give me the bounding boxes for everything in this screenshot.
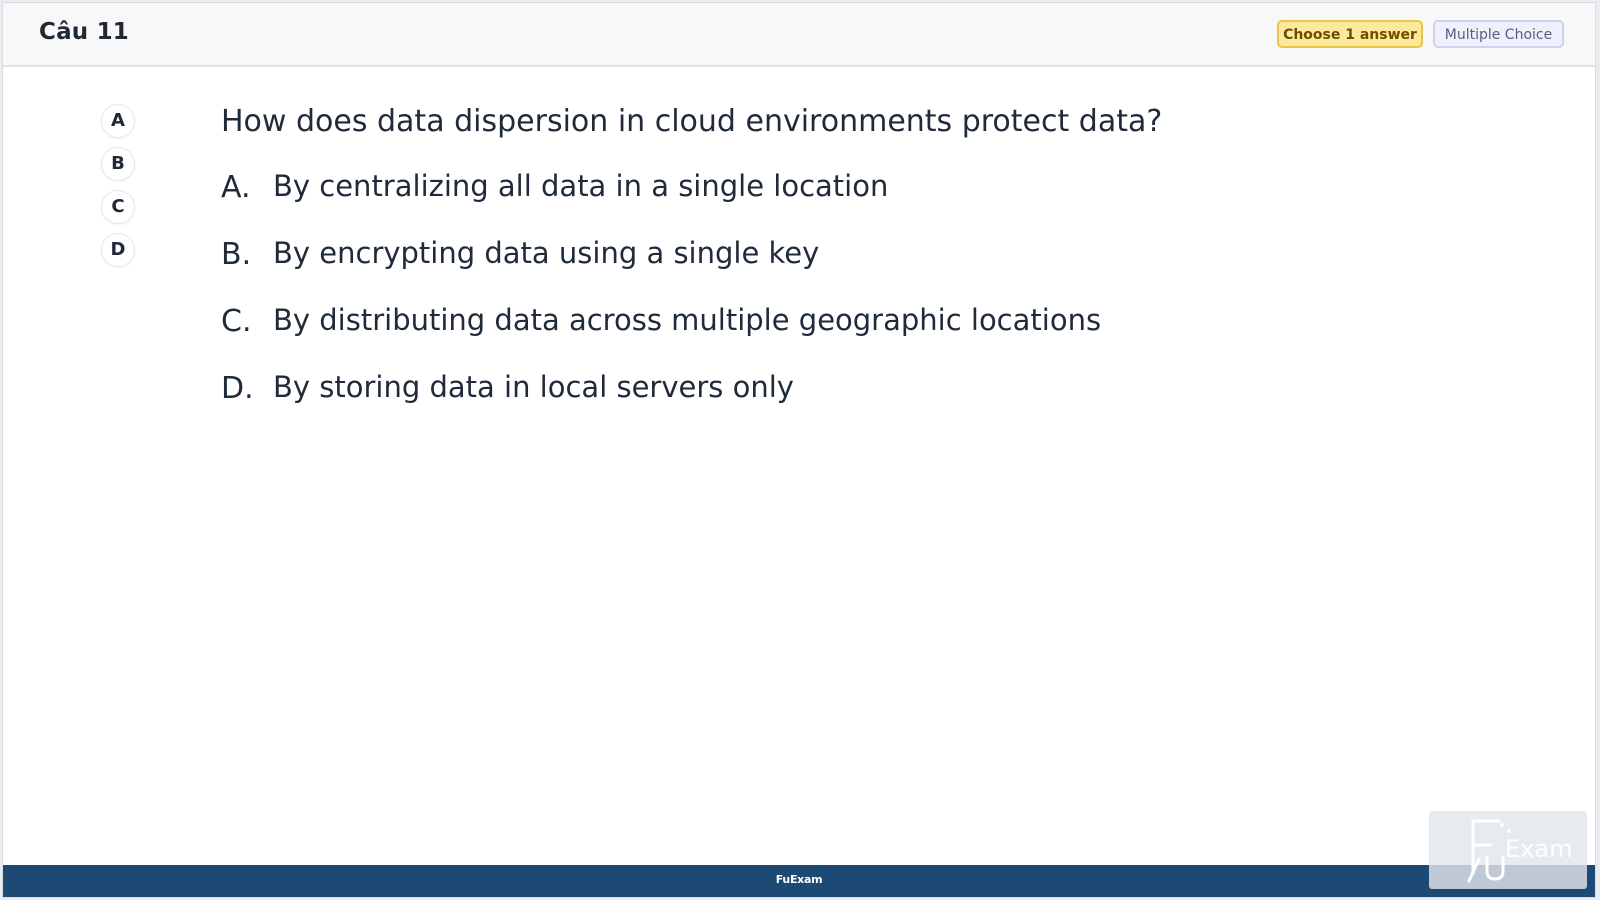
answer-bubble-d[interactable]: D (101, 233, 135, 267)
exam-frame: Câu 11 Choose 1 answer Multiple Choice A… (2, 2, 1596, 898)
question-header: Câu 11 Choose 1 answer Multiple Choice (3, 3, 1595, 67)
answer-bubble-a[interactable]: A (101, 104, 135, 138)
choose-count-badge: Choose 1 answer (1277, 20, 1423, 48)
question-number: Câu 11 (39, 19, 129, 45)
fuexam-logo-watermark: Exam (1429, 811, 1587, 889)
footer-bar: FuExam (3, 865, 1595, 897)
option-letter: D. (221, 371, 254, 406)
answer-bubble-column: A B C D (101, 104, 135, 276)
option-text: By encrypting data using a single key (273, 236, 820, 270)
option-a[interactable]: A. By centralizing all data in a single … (221, 164, 1521, 208)
option-b[interactable]: B. By encrypting data using a single key (221, 231, 1521, 275)
answer-bubble-c[interactable]: C (101, 190, 135, 224)
option-text: By centralizing all data in a single loc… (273, 169, 889, 203)
fuexam-logo-icon: Exam (1467, 819, 1572, 883)
question-area: How does data dispersion in cloud enviro… (221, 100, 1521, 432)
option-c[interactable]: C. By distributing data across multiple … (221, 298, 1521, 342)
question-text: How does data dispersion in cloud enviro… (221, 104, 1163, 139)
option-letter: B. (221, 237, 252, 272)
option-d[interactable]: D. By storing data in local servers only (221, 365, 1521, 409)
option-text: By distributing data across multiple geo… (273, 303, 1102, 337)
footer-label: FuExam (775, 873, 823, 886)
option-letter: A. (221, 170, 251, 205)
option-text: By storing data in local servers only (273, 370, 794, 404)
svg-text:Exam: Exam (1505, 835, 1572, 863)
answer-bubble-b[interactable]: B (101, 147, 135, 181)
question-type-badge: Multiple Choice (1433, 20, 1564, 48)
option-letter: C. (221, 304, 252, 339)
